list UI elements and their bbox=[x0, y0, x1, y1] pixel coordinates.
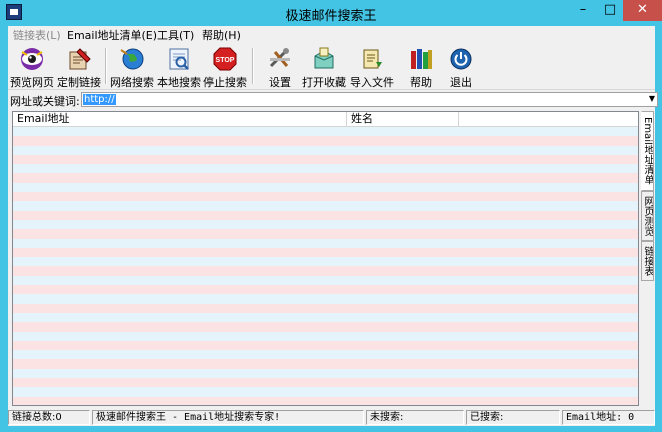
side-tab-strip: Email地址清单 网页测览 链接表 bbox=[641, 111, 655, 311]
menu-help[interactable]: 帮助(H) bbox=[202, 27, 241, 43]
open-favorites-button[interactable]: 打开收藏 bbox=[300, 44, 348, 89]
status-link-count: 链接总数:0 bbox=[8, 410, 90, 425]
list-row-empty bbox=[13, 210, 638, 220]
list-header: Email地址 姓名 bbox=[13, 112, 638, 127]
list-row-empty bbox=[13, 378, 638, 388]
list-row-empty bbox=[13, 201, 638, 211]
app-window: 极速邮件搜索王 – □ ✕ 链接表(L) Email地址清单(E) 工具(T) … bbox=[0, 0, 662, 432]
minimize-button[interactable]: – bbox=[569, 0, 597, 21]
edit-link-icon bbox=[69, 48, 91, 70]
list-row-empty bbox=[13, 164, 638, 174]
list-row-empty bbox=[13, 238, 638, 248]
svg-text:STOP: STOP bbox=[216, 57, 235, 64]
toolbar-separator bbox=[105, 48, 107, 84]
list-row-empty bbox=[13, 154, 638, 165]
tab-email-list[interactable]: Email地址清单 bbox=[641, 111, 654, 191]
stop-icon: STOP bbox=[213, 47, 237, 71]
list-row-empty bbox=[13, 145, 638, 155]
list-row-empty bbox=[13, 247, 638, 258]
list-row-empty bbox=[13, 285, 638, 295]
list-row-empty bbox=[13, 359, 638, 369]
local-search-button[interactable]: 本地搜索 bbox=[156, 44, 202, 89]
list-row-empty bbox=[13, 219, 638, 230]
menu-email-list[interactable]: Email地址清单(E) bbox=[67, 27, 157, 43]
import-file-label: 导入文件 bbox=[350, 76, 394, 89]
stop-search-button[interactable]: STOP 停止搜索 bbox=[202, 44, 248, 89]
window-title: 极速邮件搜索王 bbox=[285, 9, 377, 24]
help-label: 帮助 bbox=[410, 76, 432, 89]
email-list-view[interactable]: Email地址 姓名 bbox=[12, 111, 639, 406]
list-row-empty bbox=[13, 136, 638, 146]
exit-button[interactable]: 退出 bbox=[444, 44, 478, 89]
column-header-name[interactable]: 姓名 bbox=[347, 112, 459, 127]
local-search-icon bbox=[169, 48, 189, 70]
list-row-empty bbox=[13, 396, 638, 405]
list-row-empty bbox=[13, 387, 638, 397]
list-row-empty bbox=[13, 340, 638, 351]
power-icon bbox=[450, 48, 472, 70]
stop-search-label: 停止搜索 bbox=[203, 76, 247, 89]
settings-button[interactable]: 设置 bbox=[262, 44, 298, 89]
address-dropdown-arrow-icon[interactable]: ▼ bbox=[647, 92, 657, 106]
list-row-empty bbox=[13, 350, 638, 360]
tab-web-browse[interactable]: 网页测览 bbox=[641, 191, 654, 241]
menu-tools[interactable]: 工具(T) bbox=[157, 27, 194, 43]
tab-link-table[interactable]: 链接表 bbox=[641, 241, 654, 281]
address-input[interactable]: http:// bbox=[81, 92, 658, 107]
local-search-label: 本地搜索 bbox=[157, 76, 201, 89]
list-row-empty bbox=[13, 173, 638, 183]
title-bar: 极速邮件搜索王 – □ ✕ bbox=[0, 0, 662, 26]
exit-label: 退出 bbox=[450, 76, 472, 89]
column-header-email[interactable]: Email地址 bbox=[13, 112, 347, 127]
status-searched: 已搜索: bbox=[466, 410, 560, 425]
status-unsearched: 未搜索: bbox=[366, 410, 464, 425]
list-row-empty bbox=[13, 322, 638, 332]
list-row-empty bbox=[13, 275, 638, 286]
custom-link-label: 定制链接 bbox=[57, 76, 101, 89]
list-row-empty bbox=[13, 192, 638, 202]
list-row-empty bbox=[13, 331, 638, 341]
toolbar-separator bbox=[252, 48, 254, 84]
column-header-extra[interactable] bbox=[459, 112, 638, 127]
menu-bar: 链接表(L) Email地址清单(E) 工具(T) 帮助(H) bbox=[8, 26, 655, 42]
preview-page-button[interactable]: 预览网页 bbox=[10, 44, 54, 89]
settings-tools-icon bbox=[269, 48, 290, 68]
client-area: 链接表(L) Email地址清单(E) 工具(T) 帮助(H) 预览网页 定制链… bbox=[8, 26, 658, 426]
list-row-empty bbox=[13, 266, 638, 276]
close-button[interactable]: ✕ bbox=[623, 0, 662, 21]
help-books-icon bbox=[411, 49, 432, 69]
address-bar: 网址或关键词: http:// ▼ bbox=[8, 91, 658, 108]
list-row-empty bbox=[13, 182, 638, 193]
status-tagline: 极速邮件搜索王 - Email地址搜索专家! bbox=[92, 410, 364, 425]
custom-link-button[interactable]: 定制链接 bbox=[56, 44, 102, 89]
open-favorites-icon bbox=[314, 47, 334, 69]
import-file-button[interactable]: 导入文件 bbox=[348, 44, 396, 89]
menu-link-table[interactable]: 链接表(L) bbox=[13, 27, 61, 43]
list-row-empty bbox=[13, 368, 638, 379]
status-email-count: Email地址: 0 bbox=[562, 410, 655, 425]
import-file-icon bbox=[363, 49, 382, 69]
web-search-button[interactable]: 网络搜索 bbox=[109, 44, 155, 89]
list-row-empty bbox=[13, 257, 638, 267]
preview-page-label: 预览网页 bbox=[10, 76, 54, 89]
list-row-empty bbox=[13, 312, 638, 323]
settings-label: 设置 bbox=[269, 76, 291, 89]
list-row-empty bbox=[13, 229, 638, 239]
help-button[interactable]: 帮助 bbox=[400, 44, 442, 89]
list-row-empty bbox=[13, 127, 638, 137]
open-favorites-label: 打开收藏 bbox=[302, 76, 346, 89]
status-bar: 链接总数:0 极速邮件搜索王 - Email地址搜索专家! 未搜索: 已搜索: … bbox=[8, 409, 655, 426]
list-row-empty bbox=[13, 303, 638, 313]
maximize-button[interactable]: □ bbox=[597, 0, 623, 21]
list-rows bbox=[13, 127, 638, 405]
eye-icon bbox=[21, 48, 43, 70]
toolbar: 预览网页 定制链接 网络搜索 本地搜索 STOP 停止搜索 设置 打开收藏 导入… bbox=[8, 42, 655, 90]
globe-search-icon bbox=[120, 48, 144, 70]
address-value: http:// bbox=[83, 94, 116, 105]
list-row-empty bbox=[13, 294, 638, 304]
address-label: 网址或关键词: bbox=[10, 95, 80, 108]
web-search-label: 网络搜索 bbox=[110, 76, 154, 89]
